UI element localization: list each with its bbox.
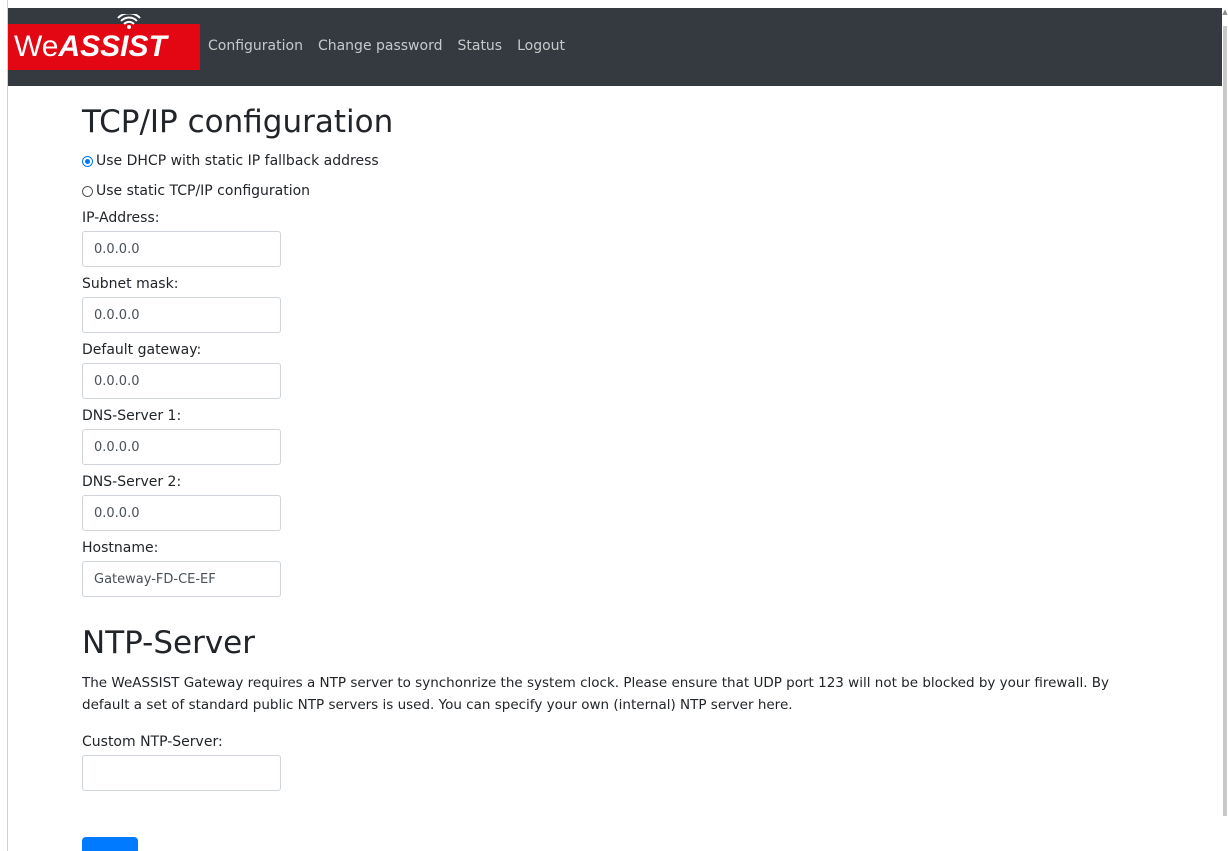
ntp-description: The WeASSIST Gateway requires a NTP serv… — [82, 675, 1110, 714]
dns-server-2-label: DNS-Server 2: — [82, 474, 182, 491]
window-left-edge — [0, 0, 8, 851]
main-content: TCP/IP configuration Use DHCP with stati… — [82, 104, 1122, 792]
static-option[interactable]: Use static TCP/IP configuration — [82, 181, 1122, 201]
nav-change-password[interactable]: Change password — [318, 38, 443, 54]
dhcp-option-label: Use DHCP with static IP fallback address — [96, 153, 379, 170]
browser-viewport: We ASSIST Configuration Change password S… — [0, 0, 1228, 851]
dns-server-2-input[interactable] — [82, 495, 281, 532]
ip-address-input[interactable] — [82, 231, 281, 268]
window-top-edge — [0, 0, 1228, 8]
logo-text-assist: ASSIST — [58, 30, 167, 63]
ip-address-label: IP-Address: — [82, 210, 160, 227]
hostname-input[interactable] — [82, 561, 281, 598]
default-gateway-input[interactable] — [82, 363, 281, 400]
main-nav: Configuration Change password Status Log… — [208, 38, 565, 54]
custom-ntp-input[interactable] — [82, 755, 281, 792]
nav-status[interactable]: Status — [457, 38, 502, 54]
signal-waves-icon — [117, 14, 141, 29]
ntp-title: NTP-Server — [82, 625, 255, 662]
default-gateway-label: Default gateway: — [82, 342, 202, 359]
custom-ntp-label: Custom NTP-Server: — [82, 734, 223, 751]
dns-server-1-input[interactable] — [82, 429, 281, 466]
subnet-mask-input[interactable] — [82, 297, 281, 334]
dhcp-radio[interactable] — [82, 155, 93, 167]
static-radio[interactable] — [82, 185, 93, 197]
dns-server-1-label: DNS-Server 1: — [82, 408, 182, 425]
logo-text-we: We — [14, 30, 59, 63]
subnet-mask-label: Subnet mask: — [82, 276, 179, 293]
save-button[interactable] — [82, 837, 138, 851]
tcpip-title: TCP/IP configuration — [82, 104, 394, 140]
navbar: We ASSIST Configuration Change password S… — [8, 8, 1222, 86]
nav-logout[interactable]: Logout — [517, 38, 565, 54]
scrollbar-thumb[interactable] — [1223, 26, 1227, 816]
scroll-up-arrow-icon[interactable]: ▲ — [1222, 8, 1228, 22]
static-option-label: Use static TCP/IP configuration — [96, 183, 311, 200]
hostname-label: Hostname: — [82, 540, 159, 557]
weassist-logo[interactable]: We ASSIST — [8, 14, 200, 70]
dhcp-option[interactable]: Use DHCP with static IP fallback address — [82, 151, 1122, 171]
nav-configuration[interactable]: Configuration — [208, 38, 303, 54]
